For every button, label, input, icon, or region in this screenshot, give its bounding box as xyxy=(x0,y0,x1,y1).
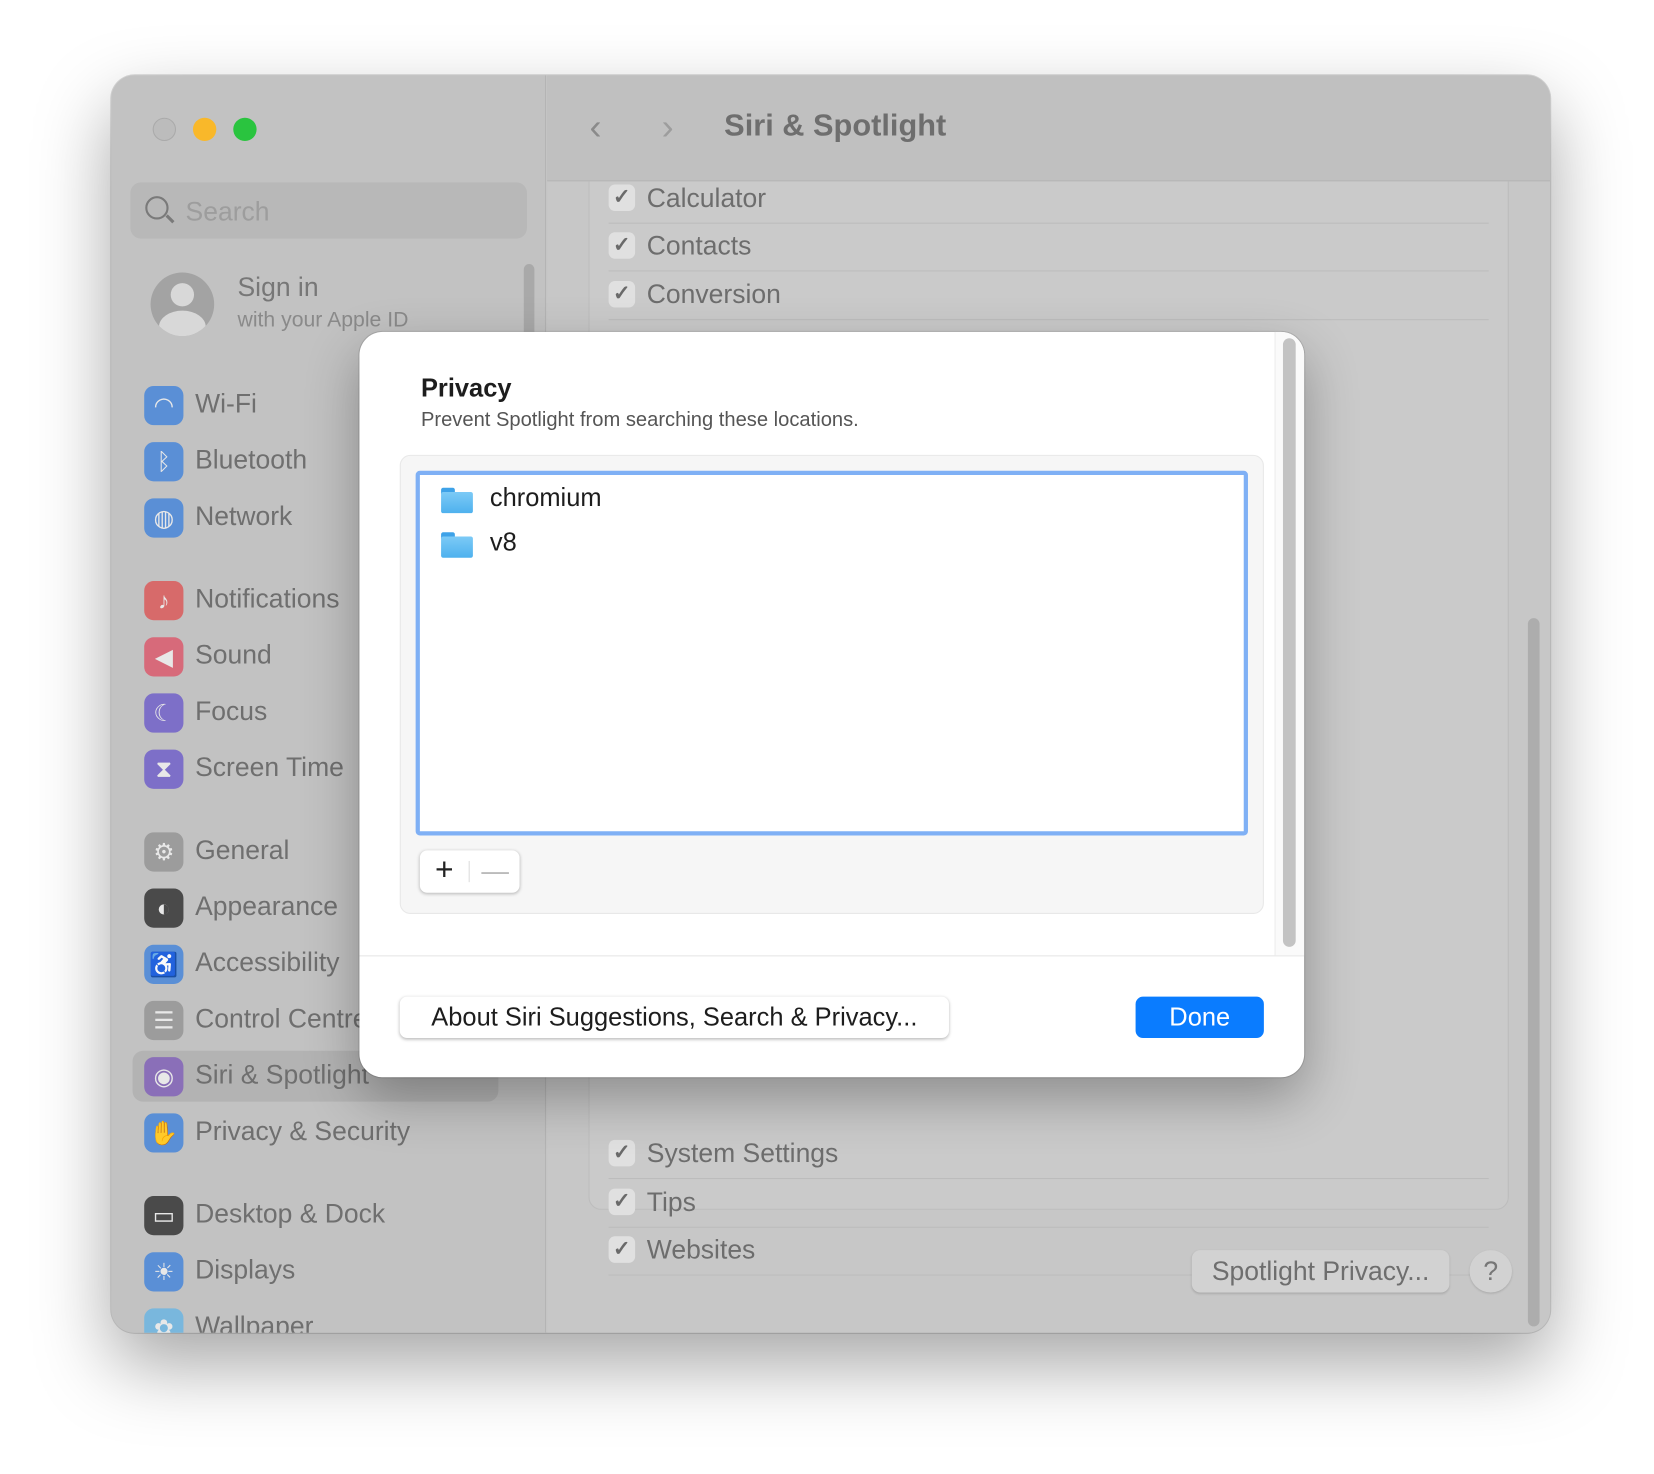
sun-icon: ☀ xyxy=(144,1252,184,1292)
privacy-sheet: Privacy Prevent Spotlight from searching… xyxy=(359,331,1305,1078)
done-button[interactable]: Done xyxy=(1135,996,1264,1039)
wifi-icon: ◠ xyxy=(144,385,184,426)
dock-icon: ▭ xyxy=(144,1196,184,1236)
checkbox[interactable]: ✓ xyxy=(608,1188,636,1215)
appearance-icon: ◐ xyxy=(144,888,184,928)
result-label: Conversion xyxy=(646,279,781,310)
about-siri-privacy-button[interactable]: About Siri Suggestions, Search & Privacy… xyxy=(399,996,949,1039)
zoom-button[interactable] xyxy=(233,117,257,142)
minimize-button[interactable] xyxy=(192,117,217,142)
sidebar-item-label: Sound xyxy=(195,640,272,671)
result-label: Contacts xyxy=(646,231,752,261)
hand-icon: ✋ xyxy=(144,1113,184,1153)
toolbar: ‹ › Siri & Spotlight xyxy=(547,75,1551,182)
sidebar-item-label: Focus xyxy=(195,696,268,727)
bell-icon: ♪ xyxy=(144,581,184,621)
result-label: System Settings xyxy=(646,1138,839,1169)
spotlight-privacy-button[interactable]: Spotlight Privacy... xyxy=(1191,1250,1450,1293)
search-placeholder: Search xyxy=(185,197,270,227)
add-remove-control: + — xyxy=(419,850,520,893)
sidebar-item-privacy-security[interactable]: ✋ Privacy & Security xyxy=(133,1107,499,1158)
result-row: ✓ Contacts xyxy=(608,224,1489,272)
sidebar-item-label: Displays xyxy=(195,1255,296,1286)
back-button[interactable]: ‹ xyxy=(590,107,602,148)
dialog-subtitle: Prevent Spotlight from searching these l… xyxy=(420,409,859,432)
location-name: chromium xyxy=(489,483,602,513)
divider xyxy=(468,860,470,883)
sidebar-item-label: Desktop & Dock xyxy=(195,1199,386,1229)
result-row: ✓ Conversion xyxy=(608,272,1489,320)
result-label: Tips xyxy=(646,1187,696,1217)
dialog-scrollbar[interactable] xyxy=(1274,331,1305,956)
control-centre-icon: ☰ xyxy=(144,1000,184,1041)
checkbox[interactable]: ✓ xyxy=(608,1236,636,1263)
signin-title: Sign in xyxy=(237,272,319,303)
sidebar-item-label: Privacy & Security xyxy=(195,1116,411,1147)
sidebar-item-label: Bluetooth xyxy=(195,445,308,476)
signin-subtitle: with your Apple ID xyxy=(237,308,409,332)
sidebar-item-label: Screen Time xyxy=(195,752,344,783)
result-label: Websites xyxy=(646,1235,756,1265)
sidebar-item-label: Network xyxy=(195,501,293,532)
add-location-button[interactable]: + xyxy=(420,850,469,892)
excluded-locations-list[interactable]: chromium v8 xyxy=(415,470,1248,836)
page-title: Siri & Spotlight xyxy=(724,109,947,144)
checkbox[interactable]: ✓ xyxy=(608,280,636,307)
avatar xyxy=(150,272,215,337)
flower-icon: ✿ xyxy=(144,1308,184,1333)
remove-location-button[interactable]: — xyxy=(471,850,520,892)
sidebar-item-label: General xyxy=(195,835,290,866)
moon-icon: ☾ xyxy=(144,693,184,733)
sidebar-item-label: Wallpaper xyxy=(195,1311,314,1333)
result-row: ✓ Tips xyxy=(608,1180,1489,1228)
bluetooth-icon: ᛒ xyxy=(144,442,184,482)
checkbox[interactable]: ✓ xyxy=(608,232,636,259)
sidebar-item-label: Wi-Fi xyxy=(195,389,257,419)
scrollbar-thumb[interactable] xyxy=(1282,338,1296,947)
gear-icon: ⚙ xyxy=(144,832,184,872)
checkbox[interactable]: ✓ xyxy=(608,183,636,211)
sidebar-item-label: Control Centre xyxy=(195,1004,368,1034)
speaker-icon: ◀ xyxy=(144,637,184,677)
folder-icon xyxy=(441,487,473,514)
result-row: ✓ System Settings xyxy=(608,1131,1489,1180)
location-name: v8 xyxy=(489,528,517,557)
forward-button[interactable]: › xyxy=(662,107,674,148)
sidebar-item-desktop-dock[interactable]: ▭ Desktop & Dock xyxy=(133,1190,499,1241)
hourglass-icon: ⧗ xyxy=(144,749,184,789)
close-button[interactable] xyxy=(152,117,177,142)
globe-icon: ◍ xyxy=(144,498,184,538)
accessibility-icon: ♿ xyxy=(144,944,184,984)
sidebar-item-label: Appearance xyxy=(195,891,339,922)
dialog-title: Privacy xyxy=(420,374,512,403)
sidebar-item-label: Notifications xyxy=(195,584,340,614)
search-icon xyxy=(145,196,169,220)
locations-group: chromium v8 + — xyxy=(399,454,1264,914)
siri-icon: ◉ xyxy=(144,1057,184,1097)
checkbox[interactable]: ✓ xyxy=(608,1139,636,1167)
divider xyxy=(359,955,1305,957)
folder-icon xyxy=(441,532,473,558)
sidebar-item-displays[interactable]: ☀ Displays xyxy=(133,1246,499,1297)
result-label: Calculator xyxy=(646,182,767,213)
sidebar-item-label: Siri & Spotlight xyxy=(195,1060,369,1090)
sidebar-item-label: Accessibility xyxy=(195,947,340,978)
help-button[interactable]: ? xyxy=(1469,1250,1512,1293)
search-input[interactable]: Search xyxy=(130,182,527,239)
result-row: ✓ Calculator xyxy=(608,175,1489,224)
sidebar-item-wallpaper[interactable]: ✿ Wallpaper xyxy=(133,1302,499,1333)
main-scrollbar[interactable] xyxy=(1527,618,1540,1327)
